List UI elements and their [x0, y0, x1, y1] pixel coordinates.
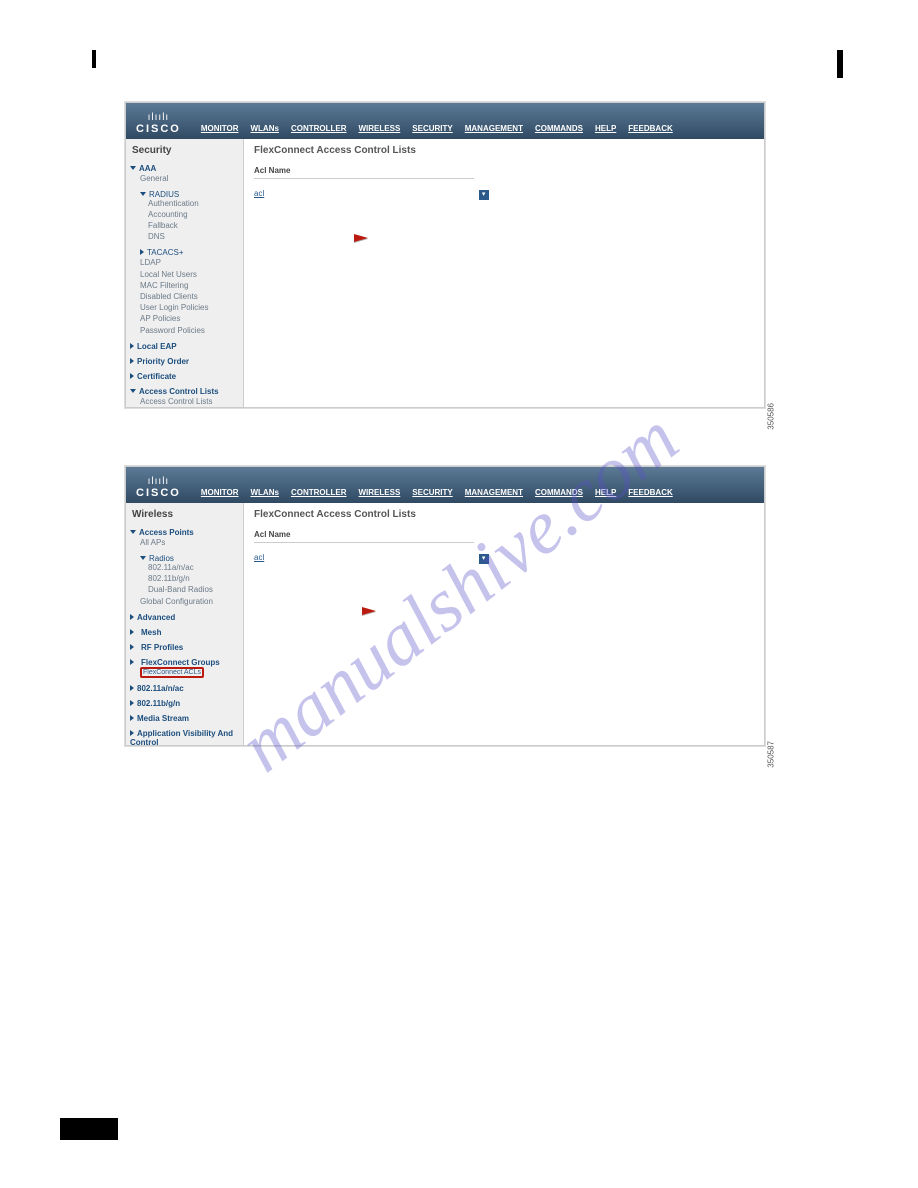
sidebar-item-accounting[interactable]: Accounting — [130, 210, 239, 221]
tab-management[interactable]: MANAGEMENT — [465, 488, 523, 497]
arrow-annotation-icon — [354, 234, 368, 242]
tab-controller[interactable]: CONTROLLER — [291, 488, 347, 497]
cisco-logo-icon: ılıılı — [148, 113, 170, 123]
tab-monitor[interactable]: MONITOR — [201, 124, 239, 133]
sidebar-section-priority-order[interactable]: Priority Order — [130, 357, 239, 366]
sidebar-item-password-policies[interactable]: Password Policies — [130, 325, 239, 336]
sidebar: Security AAA General RADIUS Authenticati… — [126, 139, 244, 407]
column-acl-name: Acl Name — [254, 166, 474, 179]
tab-wlans[interactable]: WLANs — [250, 488, 278, 497]
tab-controller[interactable]: CONTROLLER — [291, 124, 347, 133]
page-footer-box — [60, 1118, 118, 1140]
page-title: FlexConnect Access Control Lists — [254, 509, 754, 520]
tab-feedback[interactable]: FEEDBACK — [628, 124, 672, 133]
sidebar-item-mac-filtering[interactable]: MAC Filtering — [130, 280, 239, 291]
sidebar-section-acl[interactable]: Access Control Lists — [130, 387, 239, 396]
sidebar-item-ap-policies[interactable]: AP Policies — [130, 313, 239, 324]
main-panel: FlexConnect Access Control Lists Acl Nam… — [244, 139, 764, 407]
tab-help[interactable]: HELP — [595, 488, 616, 497]
sidebar-item-disabled-clients[interactable]: Disabled Clients — [130, 291, 239, 302]
tab-wireless[interactable]: WIRELESS — [359, 488, 401, 497]
sidebar-item-global-config[interactable]: Global Configuration — [130, 596, 239, 607]
sidebar-item-general[interactable]: General — [130, 173, 239, 184]
sidebar-section-certificate[interactable]: Certificate — [130, 372, 239, 381]
sidebar-title: Wireless — [130, 509, 239, 520]
sidebar: Wireless Access Points All APs Radios 80… — [126, 503, 244, 745]
sidebar-section-media-stream[interactable]: Media Stream — [130, 714, 239, 723]
main-panel: FlexConnect Access Control Lists Acl Nam… — [244, 503, 764, 745]
cisco-logo-text: CISCO — [136, 123, 181, 135]
column-acl-name: Acl Name — [254, 530, 474, 543]
sidebar-item-all-aps[interactable]: All APs — [130, 537, 239, 548]
sidebar-item-radius[interactable]: RADIUS — [140, 190, 239, 199]
cisco-logo-icon: ılıılı — [148, 477, 170, 487]
cisco-logo: ılıılı CISCO — [136, 113, 181, 135]
tab-wlans[interactable]: WLANs — [250, 124, 278, 133]
tab-monitor[interactable]: MONITOR — [201, 488, 239, 497]
sidebar-section-aaa[interactable]: AAA — [130, 164, 239, 173]
dropdown-icon[interactable]: ▾ — [479, 190, 489, 200]
sidebar-item-dns[interactable]: DNS — [130, 232, 239, 243]
cisco-header: ılıılı CISCO MONITOR WLANs CONTROLLER WI… — [126, 467, 764, 503]
tab-feedback[interactable]: FEEDBACK — [628, 488, 672, 497]
tab-help[interactable]: HELP — [595, 124, 616, 133]
sidebar-item-dual-band[interactable]: Dual-Band Radios — [130, 585, 239, 596]
sidebar-section-local-eap[interactable]: Local EAP — [130, 342, 239, 351]
sidebar-section-app-visibility[interactable]: Application Visibility And Control — [130, 729, 239, 745]
tab-commands[interactable]: COMMANDS — [535, 488, 583, 497]
sidebar-item-ldap[interactable]: LDAP — [130, 257, 239, 268]
sidebar-section-access-points[interactable]: Access Points — [130, 528, 239, 537]
page-bar-top-right — [837, 50, 843, 78]
acl-link[interactable]: acl — [254, 189, 264, 198]
sidebar-item-80211bgn[interactable]: 802.11b/g/n — [130, 574, 239, 585]
page-corner-top-left — [50, 50, 90, 68]
tab-security[interactable]: SECURITY — [412, 488, 452, 497]
tab-security[interactable]: SECURITY — [412, 124, 452, 133]
sidebar-item-radios[interactable]: Radios — [140, 554, 239, 563]
screenshot-security-flexconnect-acls: ılıılı CISCO MONITOR WLANs CONTROLLER WI… — [125, 102, 765, 408]
figure-code: 350586 — [767, 403, 776, 430]
acl-link[interactable]: acl — [254, 553, 264, 562]
sidebar-item-acl[interactable]: Access Control Lists — [130, 396, 239, 407]
screenshot-wireless-flexconnect-acls: ılıılı CISCO MONITOR WLANs CONTROLLER WI… — [125, 466, 765, 746]
main-nav: MONITOR WLANs CONTROLLER WIRELESS SECURI… — [201, 124, 673, 133]
sidebar-item-authentication[interactable]: Authentication — [130, 199, 239, 210]
main-nav: MONITOR WLANs CONTROLLER WIRELESS SECURI… — [201, 488, 673, 497]
arrow-annotation-icon — [362, 607, 376, 615]
sidebar-item-flexconnect-acls[interactable]: FlexConnect ACLs — [140, 667, 204, 678]
cisco-logo: ılıılı CISCO — [136, 477, 181, 499]
dropdown-icon[interactable]: ▾ — [479, 554, 489, 564]
tab-management[interactable]: MANAGEMENT — [465, 124, 523, 133]
figure-code: 350587 — [767, 741, 776, 768]
sidebar-item-user-login-policies[interactable]: User Login Policies — [130, 302, 239, 313]
cisco-logo-text: CISCO — [136, 487, 181, 499]
cisco-header: ılıılı CISCO MONITOR WLANs CONTROLLER WI… — [126, 103, 764, 139]
sidebar-section-80211bgn[interactable]: 802.11b/g/n — [130, 699, 239, 708]
page-title: FlexConnect Access Control Lists — [254, 145, 754, 156]
sidebar-item-80211anac[interactable]: 802.11a/n/ac — [130, 563, 239, 574]
sidebar-section-advanced[interactable]: Advanced — [130, 613, 239, 622]
sidebar-item-rf-profiles[interactable]: ▸RF Profiles — [130, 643, 239, 652]
sidebar-item-tacacs[interactable]: TACACS+ — [140, 248, 239, 257]
sidebar-item-fallback[interactable]: Fallback — [130, 221, 239, 232]
sidebar-title: Security — [130, 145, 239, 156]
sidebar-item-mesh[interactable]: ▸Mesh — [130, 628, 239, 637]
sidebar-item-local-net-users[interactable]: Local Net Users — [130, 269, 239, 280]
tab-wireless[interactable]: WIRELESS — [359, 124, 401, 133]
sidebar-item-flexconnect-groups[interactable]: ▸FlexConnect Groups — [130, 658, 239, 667]
sidebar-section-80211anac[interactable]: 802.11a/n/ac — [130, 684, 239, 693]
tab-commands[interactable]: COMMANDS — [535, 124, 583, 133]
